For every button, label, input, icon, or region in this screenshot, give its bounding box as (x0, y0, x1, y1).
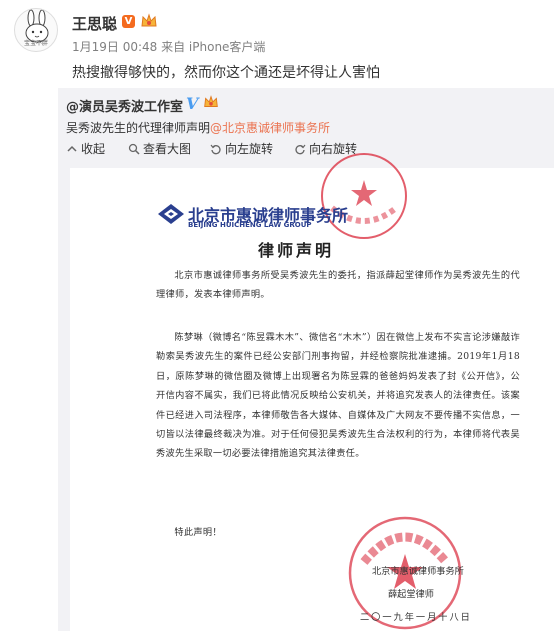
document-paragraph-1: 北京市惠诚律师事务所受吴秀波先生的委托，指派薛起堂律师作为吴秀波先生的代理律师，… (156, 270, 520, 301)
post-author[interactable]: 王思聪 (72, 13, 117, 34)
attached-image[interactable]: 北京市惠诚律师事务所 BEIJING HUICHENG LAW GROUP 律师… (70, 153, 554, 631)
magnify-icon (128, 143, 140, 155)
avatar[interactable]: 宝宝不胖 (14, 8, 58, 52)
crown-icon[interactable] (139, 11, 159, 31)
document-paragraph-3: 特此声明！ (174, 527, 222, 538)
repost-author[interactable]: @演员吴秀波工作室 (66, 96, 183, 115)
view-large-label: 查看大图 (143, 142, 192, 156)
repost-text-body: 吴秀波先生的代理律师声明 (66, 121, 211, 135)
signature-firm: 北京市惠诚律师事务所 (372, 566, 464, 577)
signature-date: 二〇一九年一月十八日 (360, 612, 472, 623)
seal-top-icon (321, 153, 407, 239)
firm-name-en: BEIJING HUICHENG LAW GROUP (188, 221, 312, 229)
collapse-label: 收起 (81, 142, 106, 156)
view-large-button[interactable]: 查看大图 (128, 140, 192, 158)
post-meta: 1月19日 00:48 来自 iPhone客户端 (72, 40, 266, 54)
avatar-caption: 宝宝不胖 (23, 40, 48, 47)
collapse-button[interactable]: 收起 (66, 140, 106, 158)
rotate-left-icon (210, 144, 221, 155)
mention-link[interactable]: @北京惠诚律师事务所 (210, 121, 330, 135)
rotate-right-icon (295, 144, 306, 155)
signature-lawyer: 薛起堂律师 (388, 589, 434, 600)
post-text: 热搜撤得够快的，然而你这个通还是坏得让人害怕 (72, 65, 380, 81)
verified-badge: V (186, 94, 199, 113)
document-paragraph-2: 陈梦琳（微博名“陈昱霖木木”、微信名“木木”）因在微信上发布不实言论涉嫌敲诈勒索… (156, 332, 520, 460)
firm-logo-icon (158, 204, 184, 224)
collapse-icon (67, 145, 77, 152)
crown-icon[interactable] (202, 93, 220, 111)
weibo-post: 宝宝不胖 王思聪 V 1月19日 00:48 来自 iPhone客户端 热搜撤得… (0, 0, 554, 95)
rotate-left-label: 向左旋转 (225, 142, 274, 156)
rotate-left-button[interactable]: 向左旋转 (210, 140, 280, 158)
repost-text: 吴秀波先生的代理律师声明@北京惠诚律师事务所 (66, 119, 330, 136)
vip-badge[interactable]: V (122, 15, 135, 28)
document-title: 律师声明 (258, 241, 335, 260)
